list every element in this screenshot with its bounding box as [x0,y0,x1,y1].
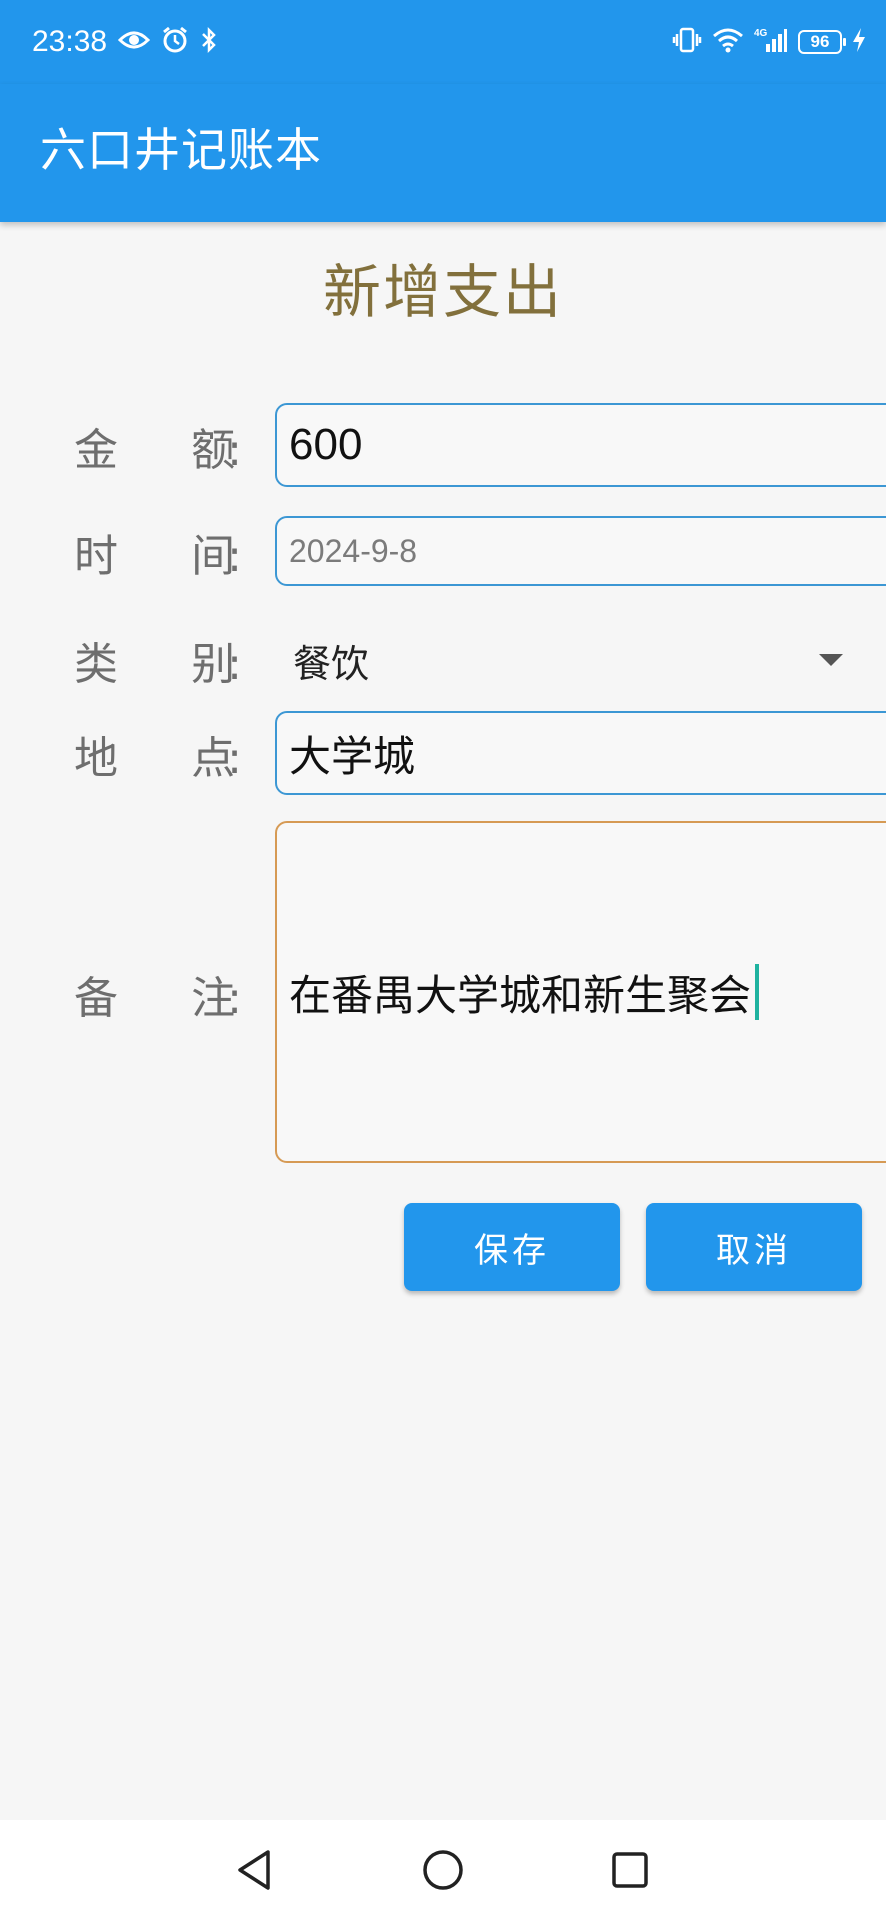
category-selected: 餐饮 [293,641,370,686]
date-label-char-1: 时 [74,531,118,582]
charging-icon [852,27,866,57]
place-label: 地 点: [74,716,242,792]
amount-input[interactable]: 600 [275,403,886,487]
bluetooth-icon [200,26,218,58]
dropdown-arrow-icon [819,654,843,666]
date-input[interactable]: 2024-9-8 [275,516,886,586]
back-icon[interactable] [222,1838,286,1902]
amount-value: 600 [289,420,363,469]
cancel-button[interactable]: 取消 [646,1203,862,1291]
place-label-char-1: 地 [74,733,118,784]
note-label-char-1: 备 [74,973,118,1024]
note-label-colon: : [227,973,242,1024]
network-type: 4G [754,28,768,39]
vibrate-icon [672,27,702,57]
amount-label-colon: : [227,425,242,476]
date-value: 2024-9-8 [289,532,418,569]
category-select[interactable]: 餐饮 [275,620,855,700]
eye-icon [117,29,151,55]
status-time: 23:38 [32,25,108,58]
status-right-icons: 4G 96 [672,24,866,60]
status-left-icons [117,24,218,60]
app-bar: 六口井记账本 [0,84,886,222]
category-label: 类 别: [74,622,242,698]
note-value: 在番禺大学城和新生聚会 [289,970,752,1020]
navigation-bar [0,1820,886,1920]
alarm-icon [162,26,188,58]
battery-level: 96 [810,32,830,51]
battery-icon: 96 [798,30,846,54]
date-label: 时 间: [74,514,242,590]
save-button[interactable]: 保存 [404,1203,620,1291]
category-label-colon: : [227,639,242,690]
amount-label-char-1: 金 [74,425,118,476]
place-input[interactable]: 大学城 [275,711,886,795]
status-bar: 23:38 4G 96 [0,0,886,84]
place-label-colon: : [227,733,242,784]
date-label-colon: : [227,531,242,582]
recents-icon[interactable] [598,1838,662,1902]
wifi-icon [712,27,744,57]
note-label: 备 注: [74,956,242,1032]
text-caret [755,964,760,1020]
page-title: 新增支出 [322,258,563,326]
app-title: 六口井记账本 [40,123,322,177]
place-value: 大学城 [289,731,416,781]
note-textarea[interactable]: 在番禺大学城和新生聚会 [275,821,886,1163]
amount-label: 金 额: [74,408,242,484]
category-label-char-1: 类 [74,639,118,690]
home-icon[interactable] [411,1838,475,1902]
signal-icon: 4G [754,26,788,58]
